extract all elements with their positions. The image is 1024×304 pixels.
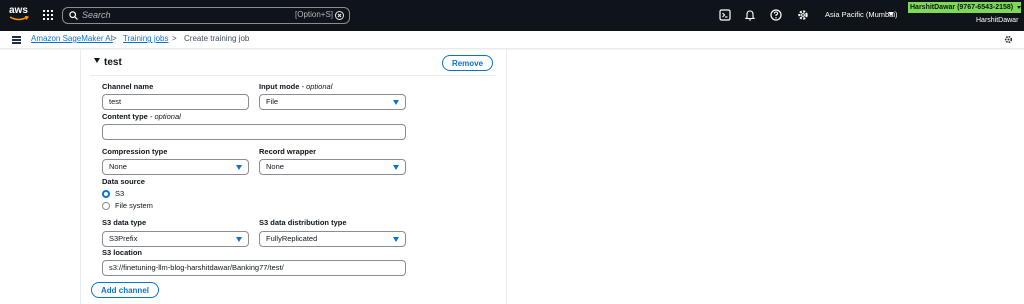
record-wrapper-select[interactable]: None	[259, 159, 406, 175]
top-navigation-bar: aws Search [Option+S] Asia Pacific (Mumb…	[0, 0, 1024, 31]
channel-name-label: Channel name	[102, 82, 154, 91]
breadcrumb-current: Create training job	[184, 34, 250, 43]
s3-distribution-select[interactable]: FullyReplicated	[259, 231, 406, 247]
s3-location-label: S3 location	[102, 248, 143, 257]
data-source-label: Data source	[102, 177, 145, 186]
compression-type-select[interactable]: None	[102, 159, 249, 175]
chevron-down-icon	[236, 165, 242, 170]
channel-title: test	[104, 57, 122, 68]
content-type-label: Content type - optional	[102, 112, 181, 121]
input-mode-label: Input mode - optional	[259, 82, 332, 91]
breadcrumb-separator: >	[172, 34, 177, 43]
aws-smile-icon	[9, 16, 29, 21]
gear-icon[interactable]	[797, 9, 809, 21]
compression-type-label: Compression type	[102, 147, 168, 156]
chevron-down-icon	[393, 165, 399, 170]
s3-distribution-label: S3 data distribution type	[259, 218, 347, 227]
search-placeholder: Search	[82, 10, 111, 20]
input-mode-label-text: Input mode	[259, 82, 300, 91]
chevron-down-icon	[236, 237, 242, 242]
data-source-s3-radio[interactable]	[102, 190, 110, 198]
remove-button[interactable]: Remove	[442, 55, 493, 71]
username[interactable]: HarshitDawar	[976, 17, 1018, 24]
region-chevron-down-icon[interactable]	[888, 12, 894, 16]
s3-data-type-select[interactable]: S3Prefix	[102, 231, 249, 247]
account-badge[interactable]: HarshitDawar (9767-6543-2158)	[908, 2, 1021, 13]
breadcrumb-training-jobs[interactable]: Training jobs	[123, 34, 169, 43]
optional-tag: - optional	[147, 112, 181, 121]
channel-name-field[interactable]: test	[102, 94, 249, 110]
chevron-down-icon	[393, 237, 399, 242]
aws-logo-text: aws	[9, 5, 28, 16]
breadcrumb-bar: Amazon SageMaker AI > Training jobs > Cr…	[0, 31, 1024, 48]
aws-logo[interactable]: aws	[9, 6, 29, 26]
search-input[interactable]: Search [Option+S]	[62, 7, 350, 24]
bell-icon[interactable]	[744, 9, 756, 21]
s3-data-type-label: S3 data type	[102, 218, 147, 227]
search-shortcut: [Option+S]	[295, 10, 334, 19]
content-type-field[interactable]	[102, 124, 406, 140]
add-channel-button[interactable]: Add channel	[91, 282, 159, 298]
clear-search-icon[interactable]	[335, 11, 344, 20]
region-selector[interactable]: Asia Pacific (Mumbai)	[825, 10, 898, 19]
breadcrumb-separator: >	[112, 34, 117, 43]
data-source-file-system-radio[interactable]	[102, 202, 110, 210]
s3-distribution-value: FullyReplicated	[266, 234, 318, 243]
s3-data-type-value: S3Prefix	[109, 234, 138, 243]
s3-location-field[interactable]: s3://finetuning-llm-blog-harshitdawar/Ba…	[102, 260, 406, 276]
content-type-label-text: Content type	[102, 112, 148, 121]
help-icon[interactable]	[770, 9, 782, 21]
menu-icon[interactable]	[12, 36, 21, 44]
record-wrapper-label: Record wrapper	[259, 147, 317, 156]
settings-icon[interactable]	[1004, 35, 1013, 44]
collapse-caret-icon[interactable]	[94, 58, 100, 63]
cloudshell-icon[interactable]	[719, 9, 731, 21]
compression-type-value: None	[109, 162, 127, 171]
input-mode-value: File	[266, 97, 279, 106]
data-source-s3-label[interactable]: S3	[115, 189, 124, 198]
divider	[90, 75, 496, 76]
breadcrumb-sagemaker[interactable]: Amazon SageMaker AI	[31, 34, 113, 43]
input-mode-select[interactable]: File	[259, 94, 406, 110]
chevron-down-icon	[393, 100, 399, 105]
data-source-file-system-label[interactable]: File system	[115, 201, 153, 210]
record-wrapper-value: None	[266, 162, 284, 171]
services-grid-icon[interactable]	[43, 10, 53, 20]
optional-tag: - optional	[299, 82, 333, 91]
account-chevron-down-icon	[1017, 5, 1021, 9]
account-badge-label: HarshitDawar (9767-6543-2158)	[910, 4, 1014, 11]
search-icon	[69, 11, 78, 20]
